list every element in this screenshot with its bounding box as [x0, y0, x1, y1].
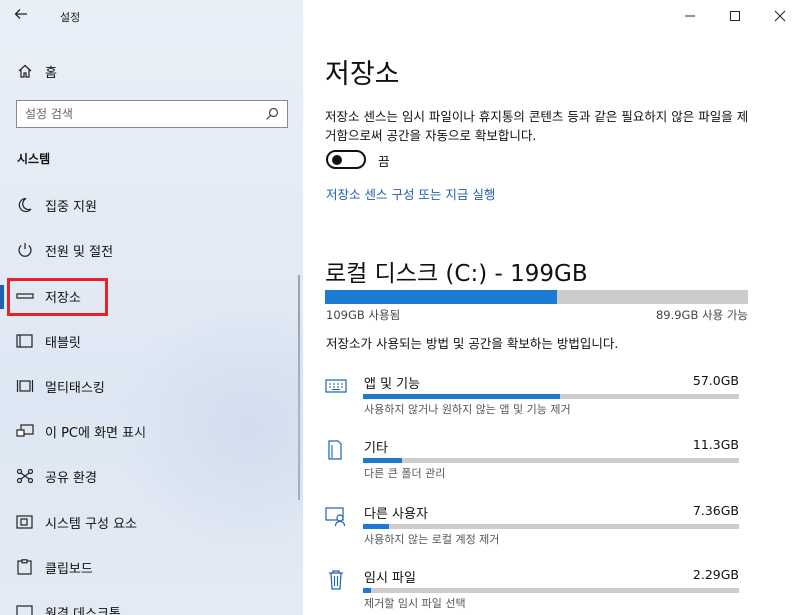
- components-icon: [16, 515, 33, 529]
- search-icon[interactable]: [265, 107, 279, 121]
- category-description: 사용하지 않는 로컬 계정 제거: [364, 533, 500, 546]
- search-input[interactable]: [25, 106, 255, 122]
- category-bar-fill: [363, 524, 389, 529]
- trash-icon: [329, 570, 343, 590]
- storage-sense-description: 저장소 센스는 임시 파일이나 휴지통의 콘텐츠 등과 같은 필요하지 않은 파…: [325, 109, 749, 143]
- power-icon: [18, 243, 32, 257]
- folder-icon: [328, 440, 342, 460]
- sidebar-item-focus-assist[interactable]: 집중 지원: [0, 190, 303, 220]
- home-icon: [18, 64, 32, 78]
- category-bar: [363, 458, 739, 463]
- tablet-icon: [16, 334, 33, 348]
- category-other-users[interactable]: 다른 사용자 7.36GB 사용하지 않는 로컬 계정 제거: [303, 503, 800, 559]
- sidebar-item-project[interactable]: 이 PC에 화면 표시: [0, 416, 303, 446]
- shared-icon: [16, 468, 34, 484]
- sidebar-scrollbar[interactable]: [298, 275, 300, 500]
- page-title: 저장소: [325, 59, 400, 90]
- category-description: 사용하지 않거나 원하지 않는 앱 및 기능 제거: [364, 403, 571, 416]
- section-title: 시스템: [17, 152, 51, 166]
- multitasking-icon: [16, 380, 34, 392]
- highlight-box: [7, 278, 108, 316]
- configure-storage-sense-link[interactable]: 저장소 센스 구성 또는 지금 실행: [326, 184, 495, 203]
- sidebar-item-label: 이 PC에 화면 표시: [45, 426, 147, 441]
- sidebar-item-power[interactable]: 전원 및 절전: [0, 235, 303, 265]
- sidebar-item-label: 원격 데스크톱: [45, 607, 121, 615]
- main-pane: 저장소 저장소 센스는 임시 파일이나 휴지통의 콘텐츠 등과 같은 필요하지 …: [303, 0, 800, 615]
- sidebar-item-label: 공유 환경: [45, 471, 97, 486]
- sidebar-item-label: 멀티태스킹: [45, 381, 105, 396]
- sidebar-item-components[interactable]: 시스템 구성 요소: [0, 507, 303, 537]
- sidebar-item-multitasking[interactable]: 멀티태스킹: [0, 371, 303, 401]
- close-button[interactable]: [770, 6, 790, 26]
- disk-usage-fill: [325, 290, 557, 304]
- sidebar-item-remote-desktop[interactable]: 원격 데스크톱: [0, 597, 303, 615]
- category-size: 57.0GB: [692, 373, 739, 388]
- category-bar-fill: [363, 394, 560, 399]
- minimize-button[interactable]: [680, 6, 700, 26]
- category-bar: [363, 394, 739, 399]
- category-name: 기타: [364, 441, 388, 456]
- category-bar: [363, 588, 739, 593]
- maximize-button[interactable]: [725, 6, 745, 26]
- category-bar-fill: [363, 458, 403, 463]
- search-box[interactable]: [16, 100, 288, 128]
- sidebar-item-label: 태블릿: [45, 336, 81, 351]
- category-size: 2.29GB: [692, 567, 739, 582]
- keyboard-icon: [325, 379, 347, 393]
- window-controls: [650, 0, 800, 32]
- category-name: 임시 파일: [364, 571, 416, 586]
- sidebar-item-label: 전원 및 절전: [45, 245, 114, 260]
- disk-title: 로컬 디스크 (C:) - 199GB: [325, 261, 588, 287]
- sidebar-item-shared[interactable]: 공유 환경: [0, 461, 303, 491]
- category-bar-fill: [363, 588, 371, 593]
- remote-icon: [16, 605, 33, 615]
- disk-usage-bar: [325, 290, 748, 304]
- titlebar-left: 설정: [0, 0, 303, 32]
- sidebar: 설정 홈 시스템 집중 지원 전원 및 절전 저장소: [0, 0, 303, 615]
- sidebar-item-tablet[interactable]: 태블릿: [0, 326, 303, 356]
- disk-free-label: 89.9GB 사용 가능: [655, 308, 748, 322]
- how-to-text: 저장소가 사용되는 방법 및 공간을 확보하는 방법입니다.: [326, 336, 619, 351]
- sidebar-item-label: 시스템 구성 요소: [45, 517, 137, 532]
- back-arrow-icon: [14, 9, 27, 19]
- category-description: 다른 큰 폴더 관리: [364, 467, 446, 480]
- category-other[interactable]: 기타 11.3GB 다른 큰 폴더 관리: [303, 437, 800, 493]
- project-icon: [16, 424, 34, 437]
- category-bar: [363, 524, 739, 529]
- category-apps[interactable]: 앱 및 기능 57.0GB 사용하지 않거나 원하지 않는 앱 및 기능 제거: [303, 373, 800, 429]
- category-size: 11.3GB: [692, 437, 739, 452]
- clipboard-icon: [17, 559, 32, 575]
- sidebar-item-label: 집중 지원: [45, 200, 97, 215]
- category-size: 7.36GB: [692, 503, 739, 518]
- users-icon: [325, 507, 346, 527]
- close-icon: [774, 10, 786, 22]
- sidebar-item-home[interactable]: 홈: [0, 58, 303, 84]
- category-name: 앱 및 기능: [364, 377, 421, 392]
- toggle-knob: [332, 155, 342, 165]
- back-button[interactable]: [14, 7, 34, 27]
- minimize-icon: [685, 15, 695, 17]
- moon-icon: [18, 197, 32, 213]
- toggle-state-label: 끔: [378, 154, 390, 169]
- category-temp-files[interactable]: 임시 파일 2.29GB 제거할 임시 파일 선택: [303, 567, 800, 615]
- sidebar-item-clipboard[interactable]: 클립보드: [0, 552, 303, 582]
- sidebar-item-label: 클립보드: [45, 562, 93, 577]
- category-description: 제거할 임시 파일 선택: [364, 597, 466, 610]
- sidebar-item-label: 홈: [45, 66, 57, 81]
- storage-sense-toggle[interactable]: [326, 150, 366, 169]
- maximize-icon: [730, 11, 740, 21]
- app-title: 설정: [60, 11, 81, 24]
- selection-indicator: [0, 285, 4, 309]
- category-name: 다른 사용자: [364, 507, 428, 522]
- disk-used-label: 109GB 사용됨: [326, 308, 401, 322]
